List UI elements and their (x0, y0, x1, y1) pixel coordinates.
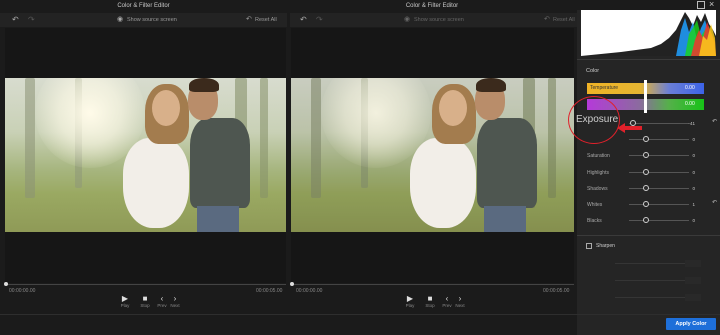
whites-label: Whites (587, 202, 603, 208)
prev-icon: ‹ (445, 294, 449, 303)
play-icon: ▶ (406, 294, 414, 303)
sharpen-amount-slider[interactable] (615, 263, 685, 264)
stop-icon: ■ (142, 294, 148, 303)
arrow-shaft (622, 126, 642, 130)
left-toolbar: ↶ ↷ ◉ Show source screen ↶ Reset All (0, 13, 287, 27)
adjustment-panel: Color Temperature 0.00 0.00 Exposure -41… (568, 10, 720, 335)
source-photo (5, 78, 286, 232)
blacks-value[interactable]: 0 (677, 217, 695, 224)
stop-icon: ■ (427, 294, 433, 303)
right-total-time: 00:00:05.00 (543, 288, 570, 294)
eye-icon: ◉ (404, 16, 411, 23)
exposure-reset-icon[interactable]: ↶ (712, 118, 717, 125)
reset-all-icon: ↶ (246, 16, 252, 23)
temperature-value: 0.00 (685, 85, 695, 91)
right-playhead[interactable] (290, 282, 294, 286)
sharpen-checkbox[interactable] (586, 243, 592, 249)
sharpen-radius-field[interactable] (685, 277, 701, 284)
redo-icon[interactable]: ↷ (28, 13, 35, 27)
color-filter-editor-window: Color & Filter Editor Color & Filter Edi… (0, 0, 720, 335)
whites-value[interactable]: 1 (677, 201, 695, 208)
tint-handle[interactable] (644, 96, 647, 113)
exposure-label: Exposure (576, 114, 619, 125)
close-icon[interactable]: × (709, 0, 714, 9)
arrow-left-icon (617, 123, 625, 133)
histogram (581, 10, 716, 56)
shadows-label: Shadows (587, 186, 608, 192)
sharpen-threshold-field[interactable] (685, 294, 701, 301)
left-playhead[interactable] (4, 282, 8, 286)
left-window-title: Color & Filter Editor (117, 3, 170, 9)
eye-icon: ◉ (117, 16, 124, 23)
blacks-knob[interactable] (643, 217, 649, 223)
reset-all-button[interactable]: Reset All (553, 13, 575, 27)
play-button[interactable]: ▶ Play (404, 294, 416, 308)
temperature-label: Temperature (590, 85, 619, 91)
highlights-value[interactable]: 0 (677, 169, 695, 176)
play-icon: ▶ (121, 294, 129, 303)
temperature-slider[interactable]: Temperature 0.00 (587, 80, 704, 97)
saturation-label: Saturation (587, 153, 610, 159)
show-source-screen-button[interactable]: Show source screen (127, 13, 177, 27)
temperature-handle[interactable] (644, 80, 647, 97)
stop-button[interactable]: ■ Stop (139, 294, 151, 308)
prev-button[interactable]: ‹ Prev (441, 294, 453, 308)
right-window-title: Color & Filter Editor (405, 3, 459, 9)
histogram-graph (581, 12, 716, 56)
highlights-knob[interactable] (643, 169, 649, 175)
next-button[interactable]: › Next (454, 294, 466, 308)
blacks-label: Blacks (587, 218, 602, 224)
show-source-screen-button[interactable]: Show source screen (414, 13, 464, 27)
next-icon: › (173, 294, 177, 303)
left-total-time: 00:00:05.00 (256, 288, 283, 294)
next-button[interactable]: › Next (169, 294, 181, 308)
whites-reset-icon[interactable]: ↶ (712, 199, 717, 206)
exposure-value[interactable]: -41 (677, 120, 695, 127)
color-section-label: Color (586, 68, 600, 74)
contrast-value[interactable]: 0 (677, 136, 695, 143)
edited-photo (291, 78, 574, 232)
redo-icon[interactable]: ↷ (316, 13, 323, 27)
saturation-value[interactable]: 0 (677, 152, 695, 159)
highlights-label: Highlights (587, 170, 609, 176)
sharpen-amount-field[interactable] (685, 260, 701, 267)
next-icon: › (458, 294, 462, 303)
shadows-knob[interactable] (643, 185, 649, 191)
sharpen-threshold-slider[interactable] (615, 297, 685, 298)
play-button[interactable]: ▶ Play (119, 294, 131, 308)
sharpen-label: Sharpen (596, 243, 615, 249)
prev-button[interactable]: ‹ Prev (156, 294, 168, 308)
reset-all-button[interactable]: Reset All (255, 13, 277, 27)
right-current-time: 00:00:00.00 (296, 288, 323, 294)
prev-icon: ‹ (160, 294, 164, 303)
sharpen-radius-slider[interactable] (615, 280, 685, 281)
undo-icon[interactable]: ↶ (12, 13, 19, 27)
apply-color-button[interactable]: Apply Color (666, 318, 716, 330)
reset-all-icon: ↶ (544, 16, 550, 23)
left-current-time: 00:00:00.00 (9, 288, 36, 294)
saturation-knob[interactable] (643, 152, 649, 158)
tint-value: 0.00 (685, 101, 695, 107)
right-timeline[interactable] (291, 284, 574, 285)
whites-knob[interactable] (643, 201, 649, 207)
contrast-knob[interactable] (643, 136, 649, 142)
right-toolbar: ↶ ↷ ◉ Show source screen ↶ Reset All (290, 13, 577, 27)
undo-icon[interactable]: ↶ (300, 13, 307, 27)
maximize-icon[interactable] (697, 1, 705, 9)
stop-button[interactable]: ■ Stop (424, 294, 436, 308)
left-timeline[interactable] (5, 284, 286, 285)
exposure-knob[interactable] (630, 120, 636, 126)
shadows-value[interactable]: 0 (677, 185, 695, 192)
